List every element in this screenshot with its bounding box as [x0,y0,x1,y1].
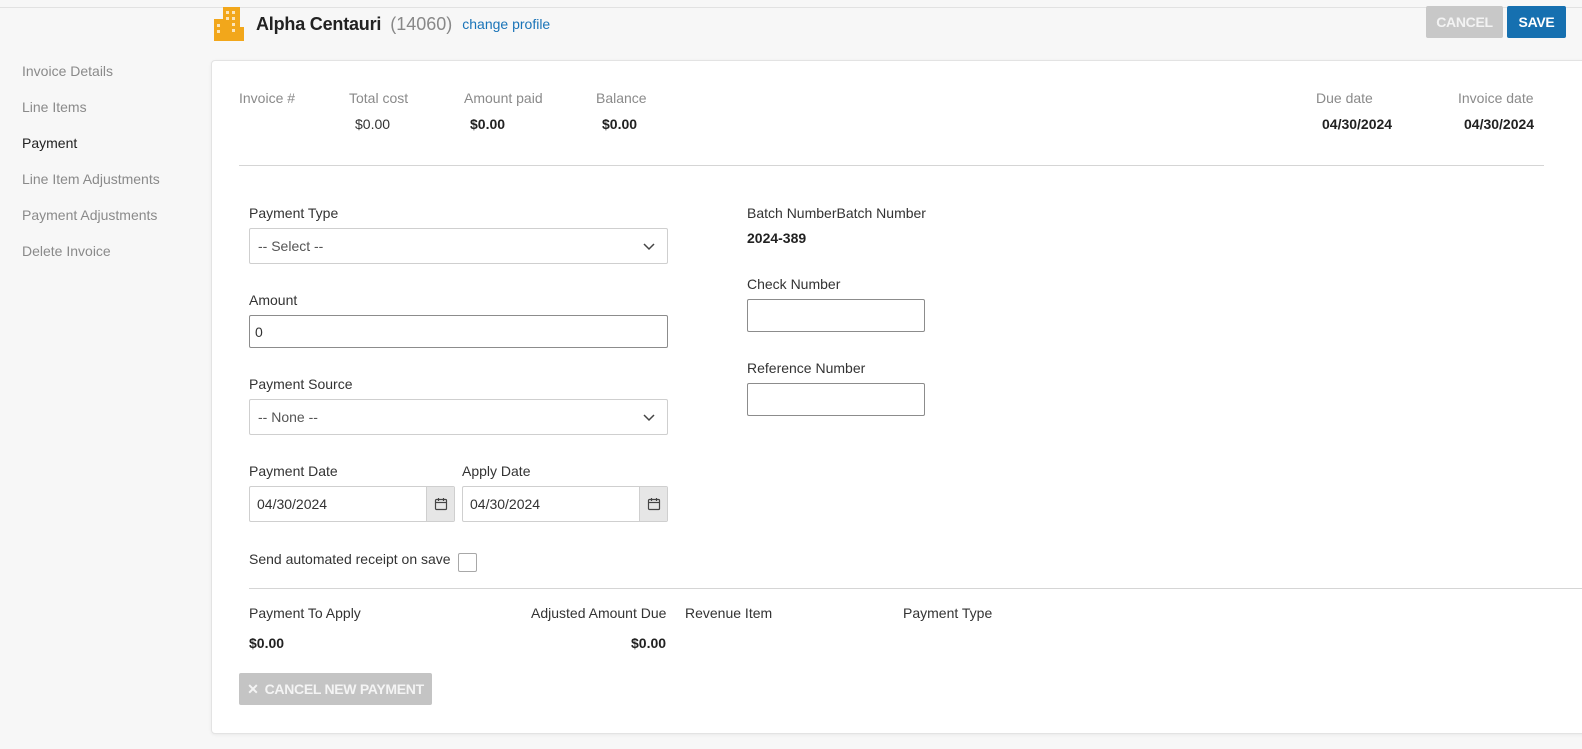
amount-label: Amount [249,292,298,308]
sidebar-nav: Invoice Details Line Items Payment Line … [22,56,160,272]
check-number-input[interactable] [747,299,925,332]
payment-date-label: Payment Date [249,463,338,479]
save-button[interactable]: SAVE [1507,6,1566,38]
calendar-icon[interactable] [426,487,454,521]
payment-date-picker[interactable]: 04/30/2024 [249,486,455,522]
payment-type-label: Payment Type [249,205,339,221]
apply-divider [249,588,1582,589]
sidebar-item-line-item-adjustments[interactable]: Line Item Adjustments [22,164,160,200]
sidebar-item-line-items[interactable]: Line Items [22,92,160,128]
sidebar-item-payment-adjustments[interactable]: Payment Adjustments [22,200,160,236]
payment-source-select[interactable]: -- None -- [249,399,668,435]
payment-type-selected: -- Select -- [258,238,324,254]
payment-type-select[interactable]: -- Select -- [249,228,668,264]
payment-date-value[interactable]: 04/30/2024 [250,487,426,521]
total-cost-label: Total cost [349,90,409,106]
reference-number-input[interactable] [747,383,925,416]
amount-input[interactable] [249,315,668,348]
revenue-item-label: Revenue Item [685,605,773,621]
profile-name: Alpha Centauri [256,13,382,34]
send-receipt-label: Send automated receipt on save [249,551,451,567]
payment-source-selected: -- None -- [258,409,318,425]
balance-label: Balance [596,90,647,106]
chevron-down-icon [643,243,655,251]
invoice-date-value: 04/30/2024 [1464,116,1535,132]
apply-date-label: Apply Date [462,463,531,479]
payment-source-label: Payment Source [249,376,353,392]
due-date-value: 04/30/2024 [1322,116,1393,132]
cancel-new-payment-button[interactable]: ✕ CANCEL NEW PAYMENT [239,673,432,705]
apply-date-picker[interactable]: 04/30/2024 [462,486,668,522]
balance-value: $0.00 [602,116,638,132]
payment-card: Invoice # Total cost $0.00 Amount paid $… [211,60,1582,734]
due-date-label: Due date [1316,90,1373,106]
invoice-number-label: Invoice # [239,90,296,106]
reference-number-label: Reference Number [747,360,866,376]
sidebar-item-payment[interactable]: Payment [22,128,160,164]
check-number-label: Check Number [747,276,841,292]
close-icon: ✕ [247,680,259,697]
calendar-icon[interactable] [639,487,667,521]
profile-id: (14060) [390,13,453,34]
total-cost-value: $0.00 [355,116,391,132]
sidebar-item-invoice-details[interactable]: Invoice Details [22,56,160,92]
payment-to-apply-value: $0.00 [249,635,285,651]
send-receipt-checkbox[interactable] [458,553,477,572]
sidebar-item-delete-invoice[interactable]: Delete Invoice [22,236,160,272]
apply-payment-type-label: Payment Type [903,605,993,621]
batch-number-label: Batch NumberBatch Number [747,205,926,221]
invoice-date-label: Invoice date [1458,90,1534,106]
building-icon [214,7,244,41]
profile-header: Alpha Centauri (14060) change profile [214,6,550,42]
payment-to-apply-label: Payment To Apply [249,605,361,621]
cancel-button[interactable]: CANCEL [1426,6,1503,38]
batch-number-value: 2024-389 [747,230,807,246]
chevron-down-icon [643,414,655,422]
adjusted-amount-due-label: Adjusted Amount Due [531,605,667,621]
apply-date-value[interactable]: 04/30/2024 [463,487,639,521]
summary-divider [239,165,1544,166]
change-profile-link[interactable]: change profile [462,16,550,32]
cancel-new-payment-label: CANCEL NEW PAYMENT [264,681,425,697]
amount-paid-value: $0.00 [470,116,506,132]
adjusted-amount-due-value: $0.00 [631,635,667,651]
amount-paid-label: Amount paid [464,90,543,106]
